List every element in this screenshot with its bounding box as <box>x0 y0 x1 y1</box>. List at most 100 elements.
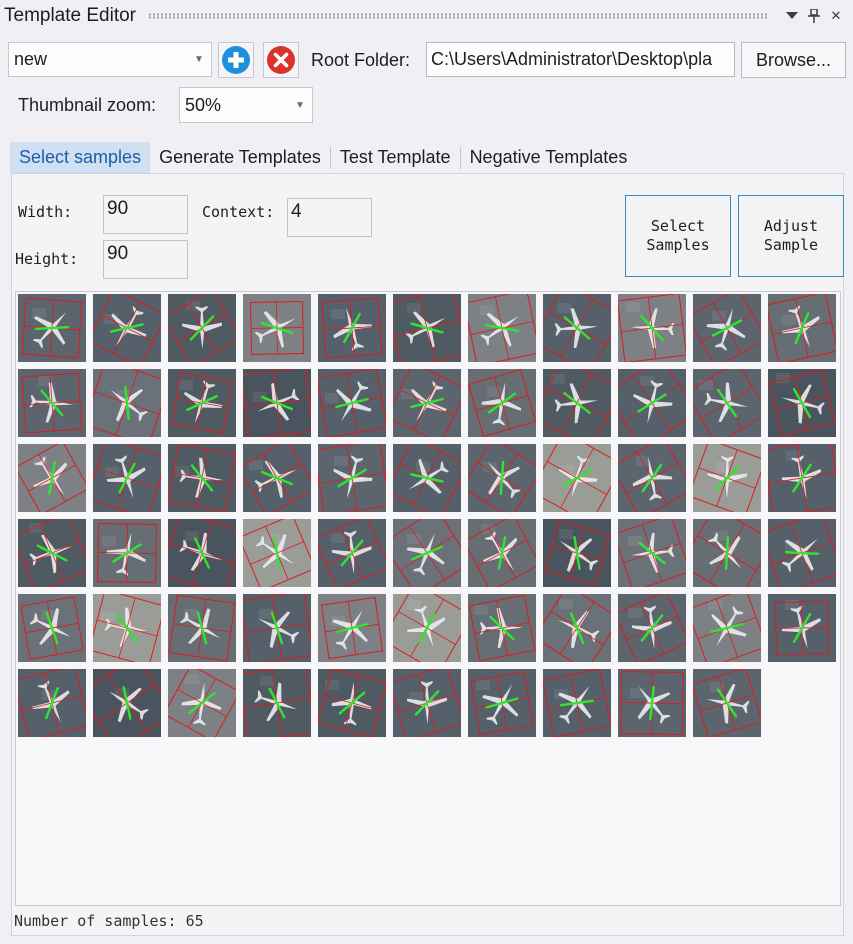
sample-thumbnail[interactable] <box>168 519 236 587</box>
sample-thumbnail[interactable] <box>18 294 86 362</box>
sample-thumbnail[interactable] <box>243 594 311 662</box>
drag-grip[interactable] <box>148 13 769 19</box>
browse-button[interactable]: Browse... <box>741 42 846 78</box>
sample-thumbnail[interactable] <box>768 519 836 587</box>
sample-thumbnail[interactable] <box>93 669 161 737</box>
sample-thumbnail[interactable] <box>393 669 461 737</box>
sample-thumbnail[interactable] <box>768 369 836 437</box>
sample-image <box>618 444 686 512</box>
sample-thumbnail[interactable] <box>693 369 761 437</box>
sample-thumbnail[interactable] <box>168 594 236 662</box>
sample-image <box>768 369 836 437</box>
sample-thumbnail[interactable] <box>168 444 236 512</box>
dropdown-arrow-icon[interactable] <box>781 5 803 27</box>
sample-thumbnail[interactable] <box>18 669 86 737</box>
sample-thumbnail[interactable] <box>18 519 86 587</box>
root-folder-field[interactable]: C:\Users\Administrator\Desktop\pla <box>426 42 735 77</box>
sample-thumbnail[interactable] <box>618 294 686 362</box>
context-input[interactable]: 4 <box>287 198 372 237</box>
sample-thumbnail[interactable] <box>318 594 386 662</box>
tab-negative-templates[interactable]: Negative Templates <box>461 142 637 173</box>
sample-thumbnail[interactable] <box>693 294 761 362</box>
sample-thumbnail[interactable] <box>393 594 461 662</box>
samples-grid[interactable] <box>15 291 841 906</box>
sample-thumbnail[interactable] <box>543 669 611 737</box>
sample-thumbnail[interactable] <box>318 294 386 362</box>
sample-thumbnail[interactable] <box>768 594 836 662</box>
add-template-button[interactable] <box>218 42 254 78</box>
tab-select-samples[interactable]: Select samples <box>10 142 151 173</box>
sample-thumbnail[interactable] <box>168 369 236 437</box>
sample-image <box>168 594 236 662</box>
sample-thumbnail[interactable] <box>618 669 686 737</box>
sample-thumbnail[interactable] <box>468 369 536 437</box>
sample-thumbnail[interactable] <box>393 444 461 512</box>
sample-thumbnail[interactable] <box>393 294 461 362</box>
sample-thumbnail[interactable] <box>468 594 536 662</box>
template-select[interactable]: new ▼ <box>8 42 212 77</box>
sample-image <box>318 294 386 362</box>
sample-image <box>18 519 86 587</box>
sample-thumbnail[interactable] <box>168 669 236 737</box>
sample-image <box>468 294 536 362</box>
sample-thumbnail[interactable] <box>18 369 86 437</box>
height-input[interactable]: 90 <box>103 240 188 279</box>
sample-thumbnail[interactable] <box>243 519 311 587</box>
sample-image <box>693 519 761 587</box>
sample-thumbnail[interactable] <box>468 519 536 587</box>
tab-test-template[interactable]: Test Template <box>331 142 460 173</box>
sample-thumbnail[interactable] <box>318 444 386 512</box>
sample-thumbnail[interactable] <box>93 519 161 587</box>
sample-thumbnail[interactable] <box>468 294 536 362</box>
sample-image <box>168 444 236 512</box>
sample-thumbnail[interactable] <box>93 294 161 362</box>
x-circle-icon <box>267 46 295 74</box>
sample-thumbnail[interactable] <box>543 294 611 362</box>
thumbnail-zoom-select[interactable]: 50% ▼ <box>179 87 313 123</box>
sample-image <box>543 294 611 362</box>
sample-thumbnail[interactable] <box>243 294 311 362</box>
sample-thumbnail[interactable] <box>318 369 386 437</box>
sample-thumbnail[interactable] <box>768 444 836 512</box>
sample-thumbnail[interactable] <box>243 669 311 737</box>
sample-thumbnail[interactable] <box>93 594 161 662</box>
sample-thumbnail[interactable] <box>243 369 311 437</box>
sample-image <box>93 444 161 512</box>
sample-thumbnail[interactable] <box>243 444 311 512</box>
adjust-sample-button[interactable]: Adjust Sample <box>738 195 844 277</box>
sample-thumbnail[interactable] <box>543 594 611 662</box>
sample-thumbnail[interactable] <box>693 669 761 737</box>
sample-thumbnail[interactable] <box>618 444 686 512</box>
window-title: Template Editor <box>4 5 137 26</box>
sample-thumbnail[interactable] <box>18 444 86 512</box>
sample-thumbnail[interactable] <box>318 519 386 587</box>
sample-thumbnail[interactable] <box>18 594 86 662</box>
sample-image <box>468 519 536 587</box>
close-icon[interactable]: ✕ <box>825 5 847 27</box>
sample-thumbnail[interactable] <box>543 369 611 437</box>
sample-thumbnail[interactable] <box>543 444 611 512</box>
sample-thumbnail[interactable] <box>618 519 686 587</box>
select-samples-button[interactable]: Select Samples <box>625 195 731 277</box>
sample-thumbnail[interactable] <box>168 294 236 362</box>
tab-generate-templates[interactable]: Generate Templates <box>150 142 330 173</box>
sample-thumbnail[interactable] <box>693 594 761 662</box>
sample-thumbnail[interactable] <box>618 594 686 662</box>
sample-thumbnail[interactable] <box>768 294 836 362</box>
sample-thumbnail[interactable] <box>393 519 461 587</box>
sample-thumbnail[interactable] <box>93 369 161 437</box>
sample-thumbnail[interactable] <box>693 519 761 587</box>
sample-thumbnail[interactable] <box>93 444 161 512</box>
sample-image <box>768 519 836 587</box>
sample-thumbnail[interactable] <box>318 669 386 737</box>
width-input[interactable]: 90 <box>103 195 188 234</box>
sample-thumbnail[interactable] <box>693 444 761 512</box>
sample-thumbnail[interactable] <box>543 519 611 587</box>
sample-thumbnail[interactable] <box>468 444 536 512</box>
sample-thumbnail[interactable] <box>468 669 536 737</box>
pin-icon[interactable] <box>803 5 825 27</box>
sample-thumbnail[interactable] <box>618 369 686 437</box>
sample-image <box>93 369 161 437</box>
delete-template-button[interactable] <box>263 42 299 78</box>
sample-thumbnail[interactable] <box>393 369 461 437</box>
